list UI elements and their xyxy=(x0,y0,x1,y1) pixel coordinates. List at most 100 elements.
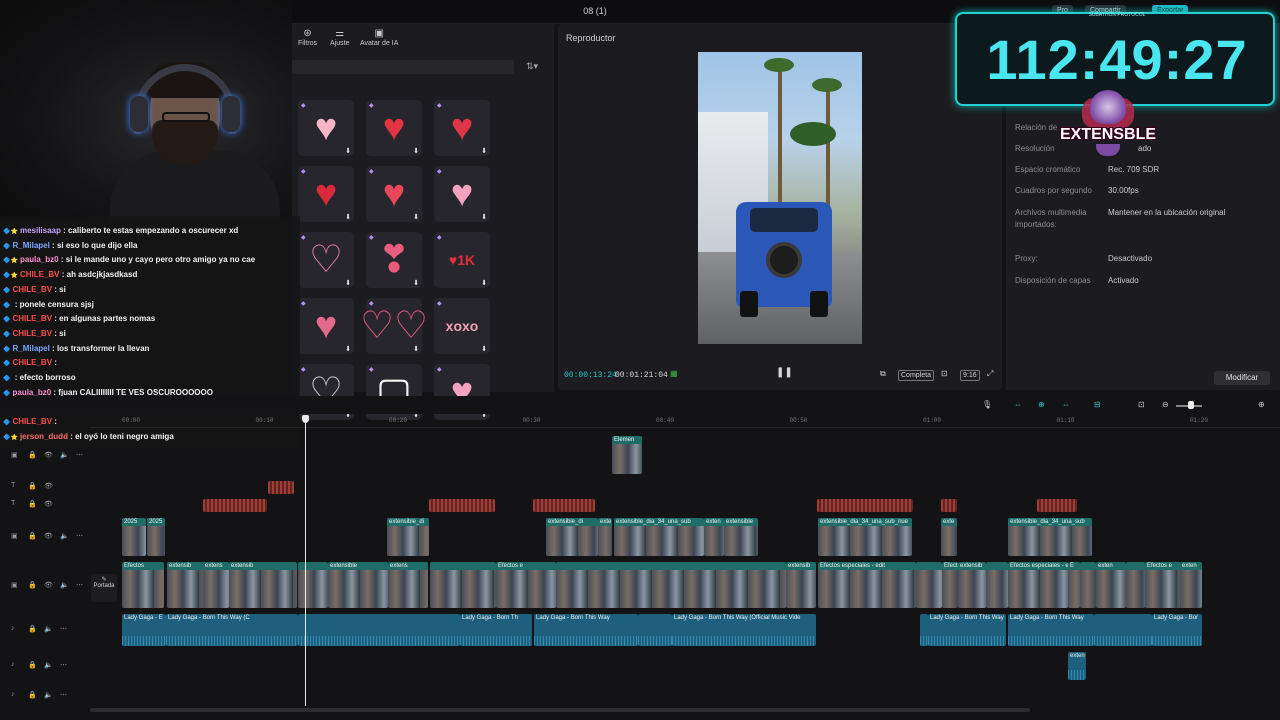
download-icon[interactable]: ⬇ xyxy=(481,279,487,287)
video-clip[interactable] xyxy=(556,562,786,608)
heart-sticker[interactable]: ♥ ◆ ⬇ xyxy=(298,166,354,222)
video-clip[interactable]: extensible xyxy=(328,562,388,608)
timeline-scrollbar[interactable] xyxy=(90,708,1030,712)
text-track-icon[interactable]: T xyxy=(11,482,15,489)
video-clip[interactable]: exten xyxy=(704,518,724,556)
speaker-icon[interactable]: 🔈 xyxy=(44,691,53,699)
lock-icon[interactable]: 🔒 xyxy=(28,625,37,633)
download-icon[interactable]: ⬇ xyxy=(345,147,351,155)
video-clip[interactable]: 2025 xyxy=(147,518,165,556)
speaker-icon[interactable]: 🔈 xyxy=(60,451,69,459)
heart-sticker[interactable]: ♥ ◆ ⬇ xyxy=(298,100,354,156)
link-icon[interactable]: ⇔ xyxy=(1014,400,1022,409)
lock-icon[interactable]: 🔒 xyxy=(28,581,37,589)
video-clip[interactable]: extensible_di xyxy=(387,518,429,556)
audio-clip[interactable]: exten xyxy=(1068,652,1086,680)
video-clip[interactable]: Elemen xyxy=(612,436,642,474)
eye-icon[interactable]: 👁 xyxy=(44,482,53,490)
video-clip[interactable]: Efectos especiales - edit xyxy=(818,562,916,608)
heart-outline-sticker[interactable]: ♡♡ ◆ ⬇ xyxy=(360,298,428,354)
video-clip[interactable] xyxy=(986,562,1008,608)
video-clip[interactable]: Efectos xyxy=(122,562,164,608)
track-type-icon[interactable]: ▣ xyxy=(11,581,18,589)
video-clip[interactable] xyxy=(1080,562,1096,608)
caption-clip[interactable] xyxy=(268,481,294,494)
video-clip[interactable]: extensible_dia_34_una_sub_nue xyxy=(818,518,912,556)
download-icon[interactable]: ⬇ xyxy=(345,279,351,287)
video-clip[interactable] xyxy=(1126,562,1145,608)
caption-clip[interactable] xyxy=(941,499,957,512)
hearts-sticker[interactable]: ♡ ◆ ⬇ xyxy=(298,232,354,288)
video-clip[interactable]: extensib xyxy=(229,562,297,608)
audio-clip[interactable]: Lady Gaga - Born This Way xyxy=(1008,614,1094,646)
tab-filtros[interactable]: ⊛ Filtros xyxy=(298,28,317,47)
snap-icon[interactable]: ⇔ xyxy=(1062,400,1070,409)
audio-clip[interactable] xyxy=(920,614,928,646)
caption-clip[interactable] xyxy=(1037,499,1077,512)
more-icon[interactable]: ⋯ xyxy=(60,661,67,669)
video-clip[interactable]: exte xyxy=(941,518,957,556)
more-icon[interactable]: ⋯ xyxy=(60,691,67,699)
download-icon[interactable]: ⬇ xyxy=(413,147,419,155)
fullscreen-icon[interactable]: ⤢ xyxy=(987,369,993,379)
download-icon[interactable]: ⬇ xyxy=(345,345,351,353)
preview-axis-icon[interactable]: ⊟ xyxy=(1094,400,1101,409)
playhead-handle[interactable] xyxy=(302,415,309,423)
heart-sticker[interactable]: ♥ ◆ ⬇ xyxy=(434,100,490,156)
video-preview[interactable] xyxy=(698,52,862,344)
more-icon[interactable]: ⋯ xyxy=(76,451,83,459)
text-track-icon[interactable]: T xyxy=(11,500,15,507)
speaker-icon[interactable]: 🔈 xyxy=(44,625,53,633)
download-icon[interactable]: ⬇ xyxy=(481,213,487,221)
lock-icon[interactable]: 🔒 xyxy=(28,691,37,699)
prop-value[interactable]: Desactivado xyxy=(1108,253,1268,265)
eye-icon[interactable]: 👁 xyxy=(44,581,53,589)
hearts-sticker[interactable]: ♥ ◆ ⬇ xyxy=(366,166,422,222)
magnet-icon[interactable]: ⊕ xyxy=(1038,400,1045,409)
audio-clip[interactable] xyxy=(638,614,672,646)
eye-icon[interactable]: 👁 xyxy=(44,500,53,508)
caption-clip[interactable] xyxy=(429,499,495,512)
audio-clip[interactable]: Lady Gaga - E xyxy=(122,614,166,646)
zoom-in-icon[interactable]: ⊕ xyxy=(1258,400,1265,409)
audio-clip[interactable]: Lady Gaga - Born This Way xyxy=(534,614,638,646)
heart-sticker[interactable]: ♥ ◆ ⬇ xyxy=(298,298,354,354)
video-clip[interactable]: extensible_dia_34_una_sub xyxy=(1008,518,1092,556)
video-clip[interactable]: Efectos especiales - editar xyxy=(1008,562,1068,608)
more-icon[interactable]: ⋯ xyxy=(76,581,83,589)
cover-button[interactable]: ✎ Portada xyxy=(91,574,117,602)
aspect-ratio-button[interactable]: 9:16 xyxy=(960,370,980,381)
eye-icon[interactable]: 👁 xyxy=(44,451,53,459)
microphone-icon[interactable]: 🎙 xyxy=(982,400,992,409)
heart-hands-sticker[interactable]: ♥ ◆ ⬇ xyxy=(366,100,422,156)
download-icon[interactable]: ⬇ xyxy=(413,213,419,221)
caption-icon[interactable]: ⊡ xyxy=(1138,400,1145,409)
lock-icon[interactable]: 🔒 xyxy=(28,532,37,540)
video-clip[interactable] xyxy=(916,562,942,608)
download-icon[interactable]: ⬇ xyxy=(481,345,487,353)
video-clip[interactable]: Efectos e xyxy=(496,562,556,608)
quality-dropdown[interactable]: Completa xyxy=(898,370,934,381)
download-icon[interactable]: ⬇ xyxy=(481,147,487,155)
video-clip[interactable]: extensible_di xyxy=(546,518,598,556)
video-clip[interactable]: extens xyxy=(203,562,229,608)
speaker-icon[interactable]: 🔈 xyxy=(60,532,69,540)
lock-icon[interactable]: 🔒 xyxy=(28,451,37,459)
screenshot-icon[interactable]: ⊡ xyxy=(941,369,948,378)
caption-clip[interactable] xyxy=(817,499,913,512)
video-clip[interactable]: E xyxy=(1068,562,1080,608)
audio-clip[interactable] xyxy=(298,614,460,646)
speaker-icon[interactable]: 🔈 xyxy=(44,661,53,669)
video-clip[interactable] xyxy=(430,562,496,608)
zoom-slider-handle[interactable] xyxy=(1188,401,1194,409)
video-clip[interactable]: extensib xyxy=(958,562,986,608)
more-icon[interactable]: ⋯ xyxy=(76,532,83,540)
tab-avatar-ia[interactable]: ▣ Avatar de IA xyxy=(360,28,398,47)
audio-clip[interactable]: Lady Gaga - Born This Way (C xyxy=(166,614,298,646)
zoom-out-icon[interactable]: ⊖ xyxy=(1162,400,1169,409)
prop-value[interactable]: Activado xyxy=(1108,275,1268,287)
video-clip[interactable]: extensible xyxy=(724,518,758,556)
prop-value[interactable]: Mantener en la ubicación original xyxy=(1108,207,1268,219)
xoxo-sticker[interactable]: xoxo ◆ ⬇ xyxy=(434,298,490,354)
playhead[interactable] xyxy=(305,416,306,706)
